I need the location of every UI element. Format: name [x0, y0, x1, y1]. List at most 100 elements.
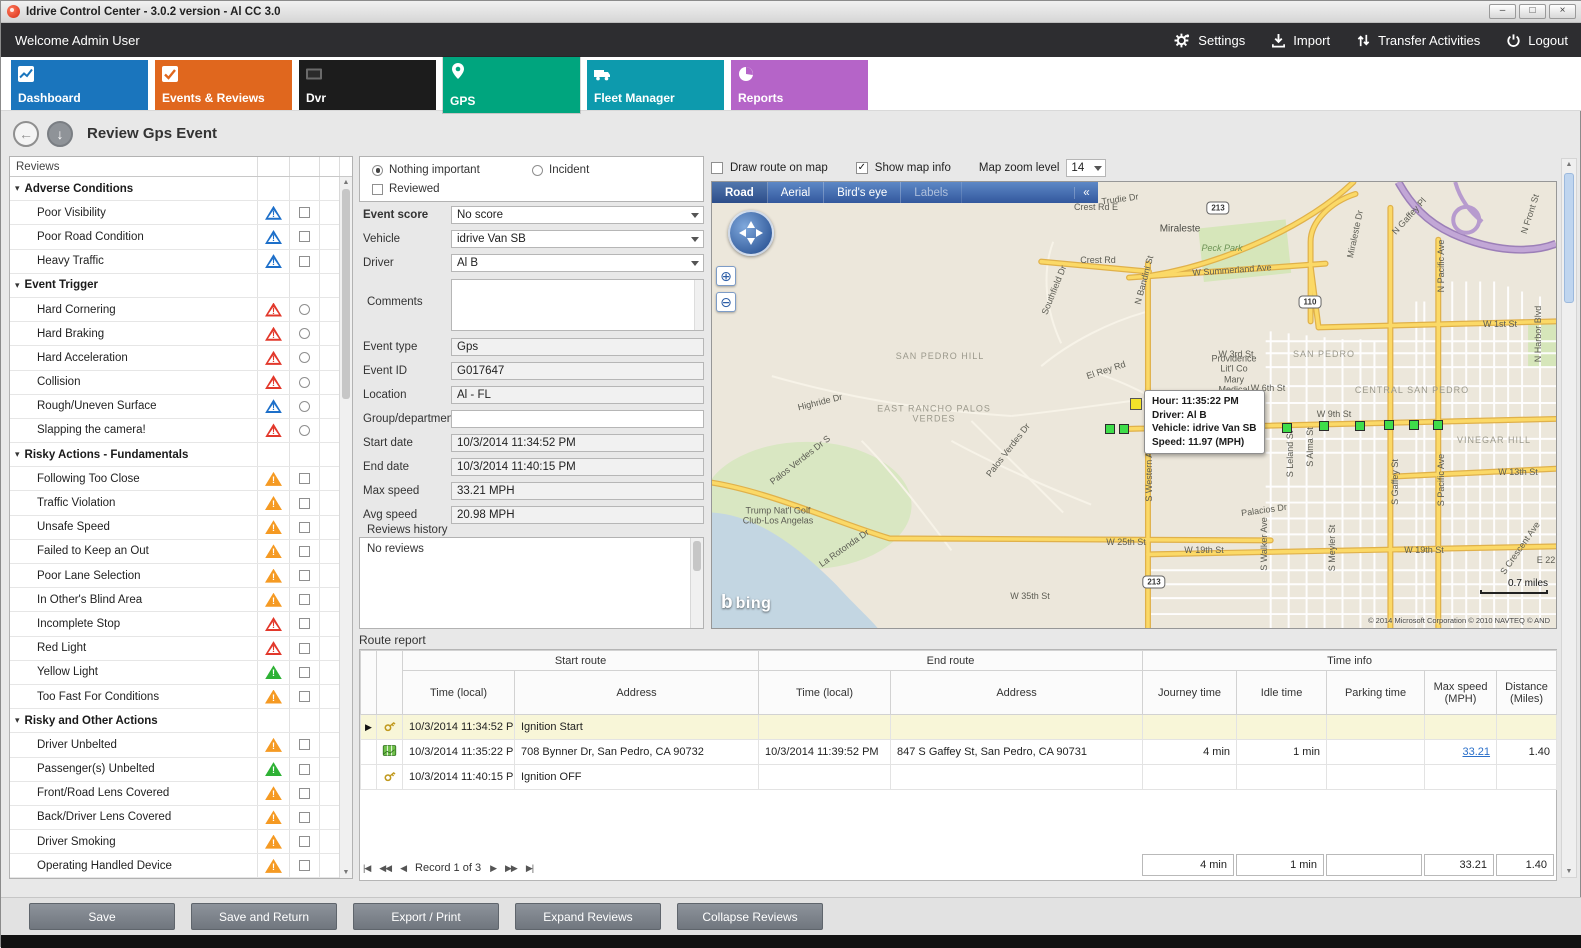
save-and-return-button[interactable]: Save and Return: [191, 903, 337, 930]
next-page-button[interactable]: ▶▶: [505, 863, 517, 874]
review-item-hard-braking[interactable]: Hard Braking!: [10, 322, 339, 346]
export-print-button[interactable]: Export / Print: [353, 903, 499, 930]
review-item-rough-uneven-surface[interactable]: Rough/Uneven Surface!: [10, 395, 339, 419]
group-department-input[interactable]: [451, 410, 704, 428]
review-checkbox[interactable]: [299, 256, 310, 267]
map-compass-control[interactable]: [728, 210, 774, 256]
review-group-event-trigger[interactable]: ▾Event Trigger: [10, 274, 339, 298]
review-item-yellow-light[interactable]: Yellow Light!: [10, 661, 339, 685]
review-group-risky-and-other-actions[interactable]: ▾Risky and Other Actions: [10, 709, 339, 733]
review-item-heavy-traffic[interactable]: Heavy Traffic!: [10, 250, 339, 274]
review-item-too-fast-for-conditions[interactable]: Too Fast For Conditions!: [10, 685, 339, 709]
map-zoom-select[interactable]: 14: [1066, 159, 1106, 177]
route-point-marker[interactable]: [1433, 420, 1443, 430]
review-checkbox[interactable]: [299, 522, 310, 533]
review-checkbox[interactable]: [299, 788, 310, 799]
review-radio[interactable]: [299, 425, 310, 436]
scroll-up-icon[interactable]: ▲: [340, 179, 352, 186]
reviewed-checkbox[interactable]: Reviewed: [372, 183, 440, 195]
review-checkbox[interactable]: [299, 860, 310, 871]
route-point-marker[interactable]: [1384, 420, 1394, 430]
map-view-labels-button[interactable]: Labels: [901, 182, 962, 203]
collapse-caret-icon[interactable]: ▾: [15, 715, 20, 726]
review-checkbox[interactable]: [299, 643, 310, 654]
review-item-incomplete-stop[interactable]: Incomplete Stop!: [10, 612, 339, 636]
map-view-road-button[interactable]: Road: [712, 182, 768, 203]
review-item-poor-lane-selection[interactable]: Poor Lane Selection!: [10, 564, 339, 588]
map-view-aerial-button[interactable]: Aerial: [768, 182, 824, 203]
review-item-in-other-s-blind-area[interactable]: In Other's Blind Area!: [10, 588, 339, 612]
tab-fleet-manager[interactable]: Fleet Manager: [587, 60, 724, 110]
map-collapse-button[interactable]: «: [1074, 187, 1098, 199]
nothing-important-radio[interactable]: Nothing important: [372, 164, 480, 176]
review-item-back-driver-lens-covered[interactable]: Back/Driver Lens Covered!: [10, 806, 339, 830]
review-item-front-road-lens-covered[interactable]: Front/Road Lens Covered!: [10, 782, 339, 806]
route-point-marker[interactable]: [1119, 424, 1129, 434]
route-report-row[interactable]: 10/3/2014 11:40:15 PMIgnition OFF: [361, 765, 1557, 790]
settings-button[interactable]: Settings: [1174, 32, 1245, 49]
review-item-collision[interactable]: Collision!: [10, 371, 339, 395]
review-item-poor-road-condition[interactable]: Poor Road Condition!: [10, 225, 339, 249]
review-checkbox[interactable]: [299, 231, 310, 242]
prev-page-button[interactable]: ◀◀: [379, 863, 391, 874]
transfer-activities-button[interactable]: Transfer Activities: [1356, 33, 1480, 48]
review-radio[interactable]: [299, 377, 310, 388]
map-view-bird-s-eye-button[interactable]: Bird's eye: [824, 182, 901, 203]
review-checkbox[interactable]: [299, 473, 310, 484]
tab-dvr[interactable]: Dvr: [299, 60, 436, 110]
review-checkbox[interactable]: [299, 618, 310, 629]
maximize-button[interactable]: □: [1519, 4, 1546, 19]
review-item-red-light[interactable]: Red Light!: [10, 637, 339, 661]
reviews-scrollbar[interactable]: ▲ ▼: [339, 177, 352, 878]
tab-reports[interactable]: Reports: [731, 60, 868, 110]
route-point-marker[interactable]: [1355, 421, 1365, 431]
zoom-in-button[interactable]: ⊕: [716, 266, 736, 286]
review-checkbox[interactable]: [299, 498, 310, 509]
close-button[interactable]: ×: [1549, 4, 1576, 19]
review-item-driver-unbelted[interactable]: Driver Unbelted!: [10, 733, 339, 757]
route-point-marker[interactable]: [1282, 423, 1292, 433]
route-report-row[interactable]: ▶10/3/2014 11:34:52 PMIgnition Start: [361, 715, 1557, 740]
last-record-button[interactable]: ▶|: [526, 863, 533, 874]
selected-point-marker[interactable]: [1130, 398, 1142, 410]
driver-select[interactable]: Al B: [451, 254, 704, 272]
review-checkbox[interactable]: [299, 594, 310, 605]
incident-radio[interactable]: Incident: [532, 164, 589, 176]
import-button[interactable]: Import: [1271, 33, 1330, 48]
review-item-passenger-s-unbelted[interactable]: Passenger(s) Unbelted!: [10, 758, 339, 782]
review-checkbox[interactable]: [299, 207, 310, 218]
max-speed-link[interactable]: 33.21: [1463, 746, 1491, 758]
review-item-driver-smoking[interactable]: Driver Smoking!: [10, 830, 339, 854]
draw-route-checkbox[interactable]: [711, 162, 723, 174]
review-checkbox[interactable]: [299, 546, 310, 557]
review-item-poor-visibility[interactable]: Poor Visibility!: [10, 201, 339, 225]
vehicle-select[interactable]: idrive Van SB: [451, 230, 704, 248]
review-group-risky-actions-fundamentals[interactable]: ▾Risky Actions - Fundamentals: [10, 443, 339, 467]
reviews-history-scrollbar[interactable]: [690, 538, 703, 628]
comments-textarea[interactable]: [451, 279, 704, 331]
review-checkbox[interactable]: [299, 667, 310, 678]
review-checkbox[interactable]: [299, 836, 310, 847]
next-record-button[interactable]: ▶: [490, 863, 496, 874]
tab-gps[interactable]: GPS: [443, 57, 580, 113]
bing-map[interactable]: Trudie DrCrest Rd EN Front StPeck ParkMi…: [711, 181, 1557, 629]
down-button[interactable]: ↓: [47, 121, 73, 147]
review-group-adverse-conditions[interactable]: ▾Adverse Conditions: [10, 177, 339, 201]
first-record-button[interactable]: |◀: [363, 863, 370, 874]
review-radio[interactable]: [299, 328, 310, 339]
review-item-unsafe-speed[interactable]: Unsafe Speed!: [10, 516, 339, 540]
prev-record-button[interactable]: ◀: [400, 863, 406, 874]
logout-button[interactable]: Logout: [1506, 33, 1568, 48]
review-item-failed-to-keep-an-out[interactable]: Failed to Keep an Out!: [10, 540, 339, 564]
review-item-slapping-the-camera[interactable]: Slapping the camera!!: [10, 419, 339, 443]
scroll-down-icon[interactable]: ▼: [340, 869, 352, 876]
collapse-caret-icon[interactable]: ▾: [15, 449, 20, 460]
review-checkbox[interactable]: [299, 691, 310, 702]
collapse-reviews-button[interactable]: Collapse Reviews: [677, 903, 823, 930]
collapse-caret-icon[interactable]: ▾: [15, 183, 20, 194]
expand-reviews-button[interactable]: Expand Reviews: [515, 903, 661, 930]
save-button[interactable]: Save: [29, 903, 175, 930]
review-checkbox[interactable]: [299, 764, 310, 775]
minimize-button[interactable]: –: [1489, 4, 1516, 19]
review-item-following-too-close[interactable]: Following Too Close!: [10, 467, 339, 491]
